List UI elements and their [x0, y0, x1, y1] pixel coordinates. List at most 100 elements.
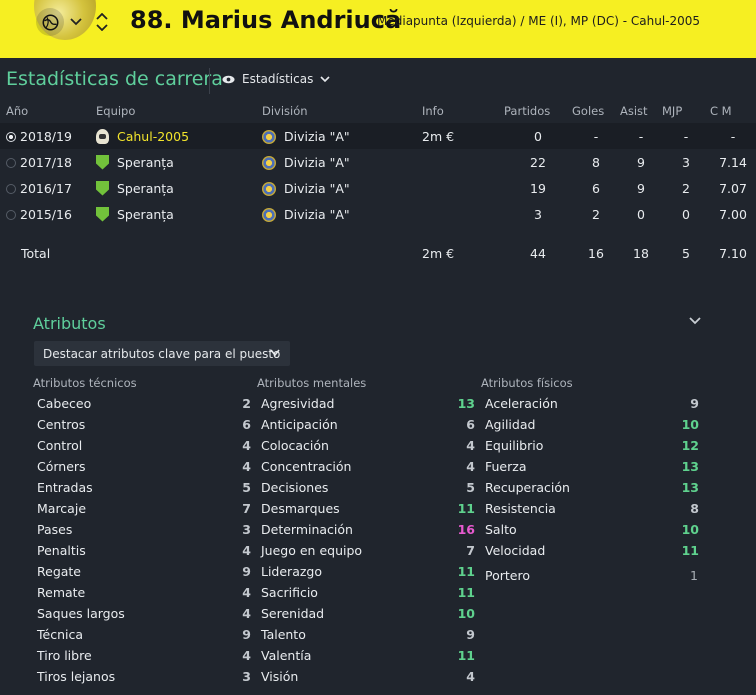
attribute-row[interactable]: Cabeceo 2 — [33, 393, 253, 414]
attribute-row[interactable]: Decisiones 5 — [257, 477, 477, 498]
attribute-value: 4 — [466, 459, 475, 474]
attribute-value: 4 — [466, 438, 475, 453]
info-value: 2m € — [422, 123, 504, 149]
career-stats-title: Estadísticas de carrera — [6, 68, 223, 90]
table-row[interactable]: 2017/18 Speranța Divizia "A" 22 8 9 3 7.… — [0, 149, 756, 175]
club-crest-icon — [96, 180, 109, 196]
division-link[interactable]: Divizia "A" — [284, 155, 350, 170]
attribute-row[interactable]: Remate 4 — [33, 582, 253, 603]
attribute-value: 7 — [242, 501, 251, 516]
attribute-row[interactable]: Regate 9 — [33, 561, 253, 582]
attribute-row[interactable]: Colocación 4 — [257, 435, 477, 456]
division-crest-icon — [262, 181, 276, 196]
avg-rating-value: 7.07 — [719, 180, 747, 196]
attribute-row[interactable]: Fuerza 13 — [481, 456, 701, 477]
attribute-row[interactable]: Velocidad 11 — [481, 540, 701, 561]
mental-attributes: Agresividad 13 Anticipación 6 Colocación 4 Con… — [257, 393, 477, 687]
attribute-name: Córners — [37, 459, 86, 474]
attribute-row[interactable]: Valentía 11 — [257, 645, 477, 666]
stats-view-dropdown[interactable]: Estadísticas — [222, 72, 330, 86]
attribute-name: Decisiones — [261, 480, 329, 495]
attribute-name: Penaltis — [37, 543, 86, 558]
chevron-down-icon[interactable] — [62, 8, 90, 36]
attribute-row[interactable]: Desmarques 11 — [257, 498, 477, 519]
collapse-chevron-icon[interactable] — [689, 314, 701, 326]
table-header: Año Equipo División Info Partidos Goles … — [0, 99, 756, 123]
attribute-value: 13 — [457, 396, 475, 411]
attribute-row[interactable]: Concentración 4 — [257, 456, 477, 477]
attribute-row[interactable]: Tiro libre 4 — [33, 645, 253, 666]
attribute-row[interactable]: Aceleración 9 — [481, 393, 701, 414]
attribute-value: 13 — [681, 459, 699, 474]
attribute-name: Regate — [37, 564, 82, 579]
radio-icon[interactable] — [6, 157, 16, 168]
attribute-name: Equilibrio — [485, 438, 544, 453]
attribute-value: 9 — [242, 564, 251, 579]
attribute-row[interactable]: Talento 9 — [257, 624, 477, 645]
attribute-value: 3 — [242, 669, 251, 684]
attribute-row[interactable]: Técnica 9 — [33, 624, 253, 645]
division-link[interactable]: Divizia "A" — [284, 129, 350, 144]
table-row[interactable]: 2018/19 Cahul-2005 Divizia "A" 2m € 0 - … — [0, 123, 756, 149]
apps-value: 19 — [530, 180, 546, 196]
attribute-name: Recuperación — [485, 480, 570, 495]
attribute-value: 9 — [690, 396, 699, 411]
attribute-name: Saques largos — [37, 606, 125, 621]
season-year: 2016/17 — [20, 180, 72, 196]
attribute-row[interactable]: Visión 4 — [257, 666, 477, 687]
radio-icon[interactable] — [6, 209, 16, 220]
attribute-name: Centros — [37, 417, 86, 432]
attribute-row[interactable]: Juego en equipo 7 — [257, 540, 477, 561]
division-link[interactable]: Divizia "A" — [284, 181, 350, 196]
attribute-row[interactable]: Anticipación 6 — [257, 414, 477, 435]
attribute-row[interactable]: Serenidad 10 — [257, 603, 477, 624]
col-year[interactable]: Año — [0, 99, 92, 123]
col-mom[interactable]: MJP — [662, 99, 710, 123]
col-apps[interactable]: Partidos — [504, 99, 572, 123]
attribute-row[interactable]: Córners 4 — [33, 456, 253, 477]
attribute-row[interactable]: Determinación 16 — [257, 519, 477, 540]
divider — [209, 68, 210, 94]
attribute-row[interactable]: Agresividad 13 — [257, 393, 477, 414]
attribute-row[interactable]: Resistencia 8 — [481, 498, 701, 519]
division-link[interactable]: Divizia "A" — [284, 207, 350, 222]
highlight-attributes-dropdown[interactable]: Destacar atributos clave para el puesto — [34, 341, 290, 366]
attribute-row[interactable]: Recuperación 13 — [481, 477, 701, 498]
attribute-row[interactable]: Equilibrio 12 — [481, 435, 701, 456]
attribute-row[interactable]: Pases 3 — [33, 519, 253, 540]
col-team[interactable]: Equipo — [92, 99, 262, 123]
attribute-row[interactable]: Centros 6 — [33, 414, 253, 435]
table-row[interactable]: 2015/16 Speranța Divizia "A" 3 2 0 0 7.0… — [0, 201, 756, 227]
radio-icon[interactable] — [6, 183, 16, 194]
attribute-name: Aceleración — [485, 396, 558, 411]
team-link[interactable]: Cahul-2005 — [117, 129, 189, 144]
attribute-row[interactable]: Sacrificio 11 — [257, 582, 477, 603]
col-assists[interactable]: Asist — [620, 99, 662, 123]
attribute-row[interactable]: Saques largos 4 — [33, 603, 253, 624]
attribute-row[interactable]: Marcaje 7 — [33, 498, 253, 519]
goals-value: 6 — [592, 180, 600, 196]
chevron-up-down-icon[interactable] — [88, 8, 116, 36]
attribute-name: Desmarques — [261, 501, 340, 516]
radio-selected-icon[interactable] — [6, 131, 16, 142]
attribute-row[interactable]: Penaltis 4 — [33, 540, 253, 561]
team-link[interactable]: Speranța — [117, 155, 174, 170]
attribute-value: 16 — [457, 522, 475, 537]
attribute-row[interactable]: Control 4 — [33, 435, 253, 456]
attribute-value: 11 — [681, 543, 699, 558]
team-link[interactable]: Speranța — [117, 181, 174, 196]
attribute-row[interactable]: Agilidad 10 — [481, 414, 701, 435]
col-info[interactable]: Info — [422, 99, 504, 123]
table-row[interactable]: 2016/17 Speranța Divizia "A" 19 6 9 2 7.… — [0, 175, 756, 201]
total-assists: 18 — [633, 245, 649, 261]
globe-icon[interactable] — [36, 8, 64, 36]
attribute-row[interactable]: Liderazgo 11 — [257, 561, 477, 582]
player-position-club: Mediapunta (Izquierda) / ME (I), MP (DC)… — [377, 14, 701, 28]
attribute-row[interactable]: Entradas 5 — [33, 477, 253, 498]
team-link[interactable]: Speranța — [117, 207, 174, 222]
attribute-row[interactable]: Salto 10 — [481, 519, 701, 540]
attribute-row[interactable]: Tiros lejanos 3 — [33, 666, 253, 687]
col-avg-rating[interactable]: C M — [710, 99, 756, 123]
col-goals[interactable]: Goles — [572, 99, 620, 123]
col-division[interactable]: División — [262, 99, 422, 123]
